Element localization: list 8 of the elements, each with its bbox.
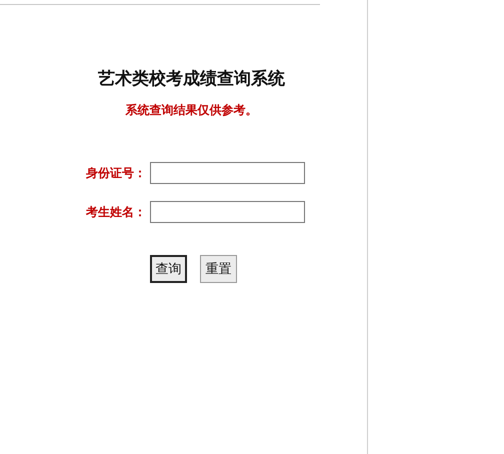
page-title: 艺术类校考成绩查询系统 bbox=[97, 68, 286, 90]
query-button[interactable]: 查询 bbox=[150, 255, 187, 283]
input-field[interactable] bbox=[150, 162, 305, 184]
reset-button[interactable]: 重置 bbox=[200, 255, 237, 283]
input-field[interactable] bbox=[150, 201, 305, 223]
field-label: 身份证号： bbox=[85, 164, 146, 182]
field-label: 考生姓名： bbox=[85, 204, 146, 220]
notice-text: 系统查询结果仅供参考。 bbox=[124, 102, 258, 119]
